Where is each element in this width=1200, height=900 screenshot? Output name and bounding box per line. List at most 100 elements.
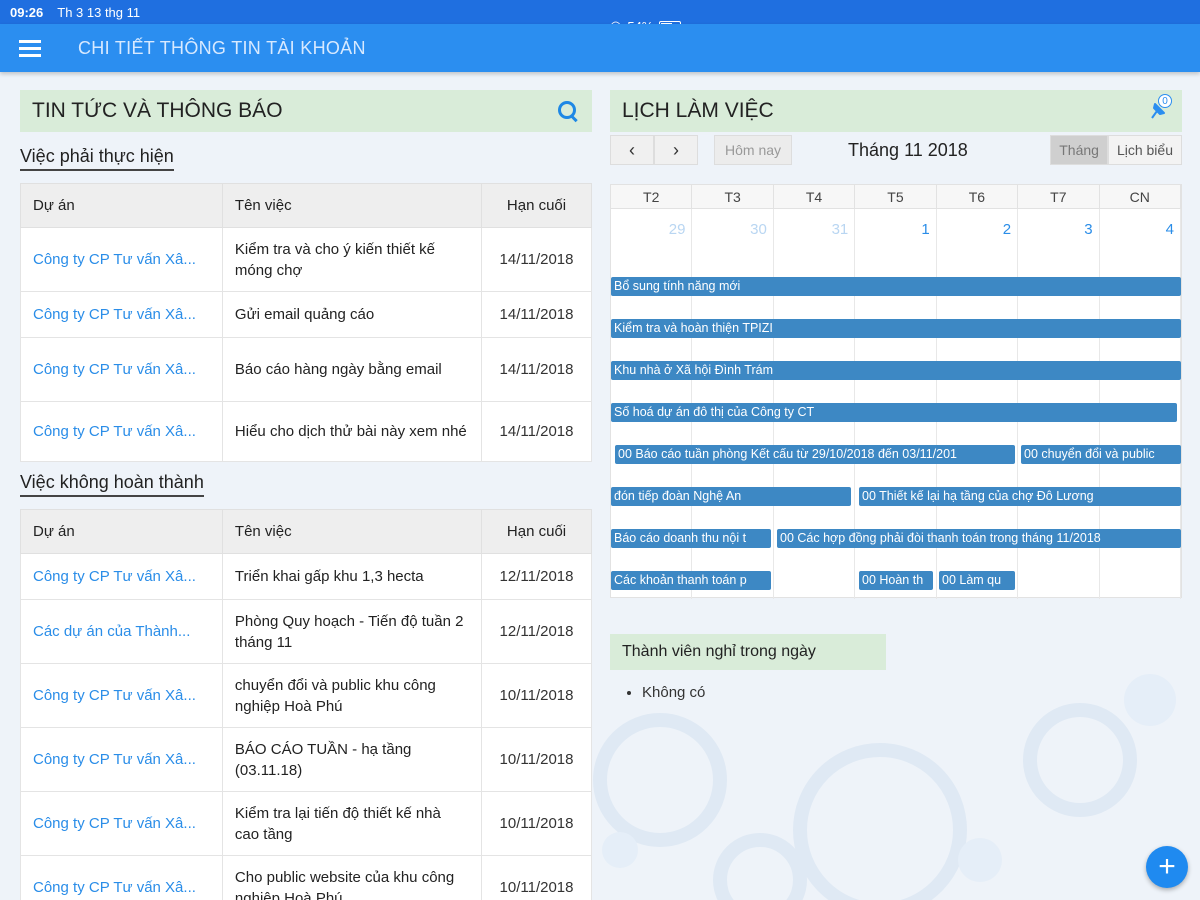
day-number[interactable]: 1 [855, 209, 937, 259]
project-link[interactable]: Công ty CP Tư vấn Xâ... [20, 855, 223, 900]
calendar-event[interactable]: đón tiếp đoàn Nghệ An [611, 487, 851, 506]
task-name: Phòng Quy hoạch - Tiến độ tuần 2 tháng 1… [221, 599, 483, 664]
calendar-event[interactable]: 00 Thiết kế lại hạ tầng của chợ Đô Lương [859, 487, 1181, 506]
deadline: 14/11/2018 [481, 291, 592, 338]
column-header-deadline[interactable]: Hạn cuối [481, 183, 592, 228]
calendar-event[interactable]: 00 Các hợp đồng phải đòi thanh toán tron… [777, 529, 1181, 548]
day-number[interactable]: 4 [1100, 209, 1181, 259]
task-name: Cho public website của khu công nghiệp H… [221, 855, 483, 900]
table-row[interactable]: Công ty CP Tư vấn Xâ... Hiểu cho dịch th… [20, 401, 592, 462]
news-title: TIN TỨC VÀ THÔNG BÁO [32, 99, 283, 122]
add-button[interactable]: + [1146, 846, 1188, 888]
hamburger-icon[interactable] [0, 24, 60, 72]
page-title: CHI TIẾT THÔNG TIN TÀI KHOẢN [78, 37, 366, 58]
weekday-label: T7 [1018, 185, 1100, 208]
table-row[interactable]: Công ty CP Tư vấn Xâ... Kiểm tra lại tiế… [20, 791, 592, 856]
day-number[interactable]: 31 [774, 209, 856, 259]
calendar-event[interactable]: 00 Làm qu [939, 571, 1015, 590]
weekday-label: T6 [937, 185, 1019, 208]
calendar: T2 T3 T4 T5 T6 T7 CN 29 30 31 1 2 3 4 Bổ… [610, 184, 1182, 599]
calendar-event[interactable]: Các khoản thanh toán p [611, 571, 771, 590]
table-row[interactable]: Công ty CP Tư vấn Xâ... Cho public websi… [20, 855, 592, 900]
incomplete-table-scroll[interactable]: Dự án Tên việc Hạn cuối Công ty CP Tư vấ… [20, 509, 592, 900]
task-name: Hiểu cho dịch thử bài này xem nhé [221, 401, 483, 462]
main-content: TIN TỨC VÀ THÔNG BÁO Việc phải thực hiện… [0, 72, 1200, 900]
app-bar: CHI TIẾT THÔNG TIN TÀI KHOẢN [0, 24, 1200, 72]
column-header-project[interactable]: Dự án [20, 183, 223, 228]
month-view-button[interactable]: Tháng [1050, 135, 1108, 165]
table-row[interactable]: Công ty CP Tư vấn Xâ... Gửi email quảng … [20, 291, 592, 338]
day-number[interactable]: 29 [611, 209, 693, 259]
prev-month-button[interactable]: ‹ [610, 135, 654, 165]
day-number[interactable]: 3 [1018, 209, 1100, 259]
pin-icon[interactable]: 0 [1144, 94, 1172, 124]
incomplete-table: Dự án Tên việc Hạn cuối Công ty CP Tư vấ… [20, 509, 592, 900]
project-link[interactable]: Công ty CP Tư vấn Xâ... [20, 791, 223, 856]
status-date: Th 3 13 thg 11 [57, 4, 141, 20]
calendar-event[interactable]: 00 chuyển đổi và public [1021, 445, 1181, 464]
calendar-week-row: 29 30 31 1 2 3 4 [611, 209, 1181, 259]
todo-table: Dự án Tên việc Hạn cuối Công ty CP Tư vấ… [20, 183, 592, 462]
project-link[interactable]: Công ty CP Tư vấn Xâ... [20, 663, 223, 728]
project-link[interactable]: Công ty CP Tư vấn Xâ... [20, 227, 223, 292]
project-link[interactable]: Công ty CP Tư vấn Xâ... [20, 291, 223, 338]
weekday-label: T2 [611, 185, 693, 208]
list-item: Không có [642, 684, 1182, 701]
weekday-label: T3 [692, 185, 774, 208]
table-row[interactable]: Công ty CP Tư vấn Xâ... BÁO CÁO TUẦN - h… [20, 727, 592, 792]
calendar-event[interactable]: 00 Báo cáo tuần phòng Kết cấu từ 29/10/2… [615, 445, 1015, 464]
next-month-button[interactable]: › [654, 135, 698, 165]
table-row[interactable]: Công ty CP Tư vấn Xâ... Kiểm tra và cho … [20, 227, 592, 292]
status-bar: 09:26 Th 3 13 thg 11 ◠ 54% [0, 0, 1200, 34]
column-header-task[interactable]: Tên việc [221, 183, 483, 228]
project-link[interactable]: Công ty CP Tư vấn Xâ... [20, 553, 223, 600]
view-switcher: Tháng Lịch biểu [1050, 135, 1182, 165]
calendar-toolbar: ‹ › Hôm nay Tháng 11 2018 Tháng Lịch biể… [610, 134, 1182, 166]
task-name: Kiểm tra lại tiến độ thiết kế nhà cao tầ… [221, 791, 483, 856]
status-time: 09:26 [10, 4, 44, 20]
search-icon[interactable] [556, 99, 580, 123]
deadline: 10/11/2018 [481, 791, 592, 856]
weekday-label: T5 [855, 185, 937, 208]
day-number[interactable]: 30 [692, 209, 774, 259]
table-row[interactable]: Công ty CP Tư vấn Xâ... Triển khai gấp k… [20, 553, 592, 600]
task-name: Triển khai gấp khu 1,3 hecta [221, 553, 483, 600]
task-name: Gửi email quảng cáo [221, 291, 483, 338]
task-name: Kiểm tra và cho ý kiến thiết kế móng chợ [221, 227, 483, 292]
calendar-event[interactable]: 00 Hoàn th [859, 571, 933, 590]
column-header-deadline[interactable]: Hạn cuối [481, 509, 592, 554]
calendar-event[interactable]: Báo cáo doanh thu nội t [611, 529, 771, 548]
project-link[interactable]: Công ty CP Tư vấn Xâ... [20, 337, 223, 402]
project-link[interactable]: Các dự án của Thành... [20, 599, 223, 664]
news-panel: TIN TỨC VÀ THÔNG BÁO Việc phải thực hiện… [20, 90, 592, 900]
pin-badge: 0 [1158, 94, 1172, 108]
news-header: TIN TỨC VÀ THÔNG BÁO [20, 90, 592, 132]
project-link[interactable]: Công ty CP Tư vấn Xâ... [20, 401, 223, 462]
calendar-event[interactable]: Số hoá dự án đô thị của Công ty CT [611, 403, 1177, 422]
schedule-header: LỊCH LÀM VIỆC 0 [610, 90, 1182, 132]
day-number[interactable]: 2 [937, 209, 1019, 259]
deadline: 10/11/2018 [481, 727, 592, 792]
absent-members-header: Thành viên nghỉ trong ngày [610, 634, 886, 670]
schedule-panel: LỊCH LÀM VIỆC 0 ‹ › Hôm nay Tháng 11 201… [610, 90, 1182, 701]
deadline: 10/11/2018 [481, 663, 592, 728]
calendar-event[interactable]: Kiểm tra và hoàn thiện TPIZI [611, 319, 1181, 338]
task-name: BÁO CÁO TUẦN - hạ tầng (03.11.18) [221, 727, 483, 792]
today-button[interactable]: Hôm nay [714, 135, 793, 165]
agenda-view-button[interactable]: Lịch biểu [1107, 135, 1182, 165]
deadline: 14/11/2018 [481, 401, 592, 462]
todo-section-title: Việc phải thực hiện [20, 146, 174, 171]
column-header-task[interactable]: Tên việc [221, 509, 483, 554]
calendar-event[interactable]: Bổ sung tính năng mới [611, 277, 1181, 296]
table-row[interactable]: Công ty CP Tư vấn Xâ... Báo cáo hàng ngà… [20, 337, 592, 402]
table-row[interactable]: Các dự án của Thành... Phòng Quy hoạch -… [20, 599, 592, 664]
deadline: 14/11/2018 [481, 227, 592, 292]
column-header-project[interactable]: Dự án [20, 509, 223, 554]
table-row[interactable]: Công ty CP Tư vấn Xâ... chuyển đổi và pu… [20, 663, 592, 728]
month-title: Tháng 11 2018 [848, 139, 968, 160]
calendar-event[interactable]: Khu nhà ở Xã hội Đình Trám [611, 361, 1181, 380]
task-name: Báo cáo hàng ngày bằng email [221, 337, 483, 402]
schedule-title: LỊCH LÀM VIỆC [622, 99, 774, 122]
deadline: 14/11/2018 [481, 337, 592, 402]
project-link[interactable]: Công ty CP Tư vấn Xâ... [20, 727, 223, 792]
